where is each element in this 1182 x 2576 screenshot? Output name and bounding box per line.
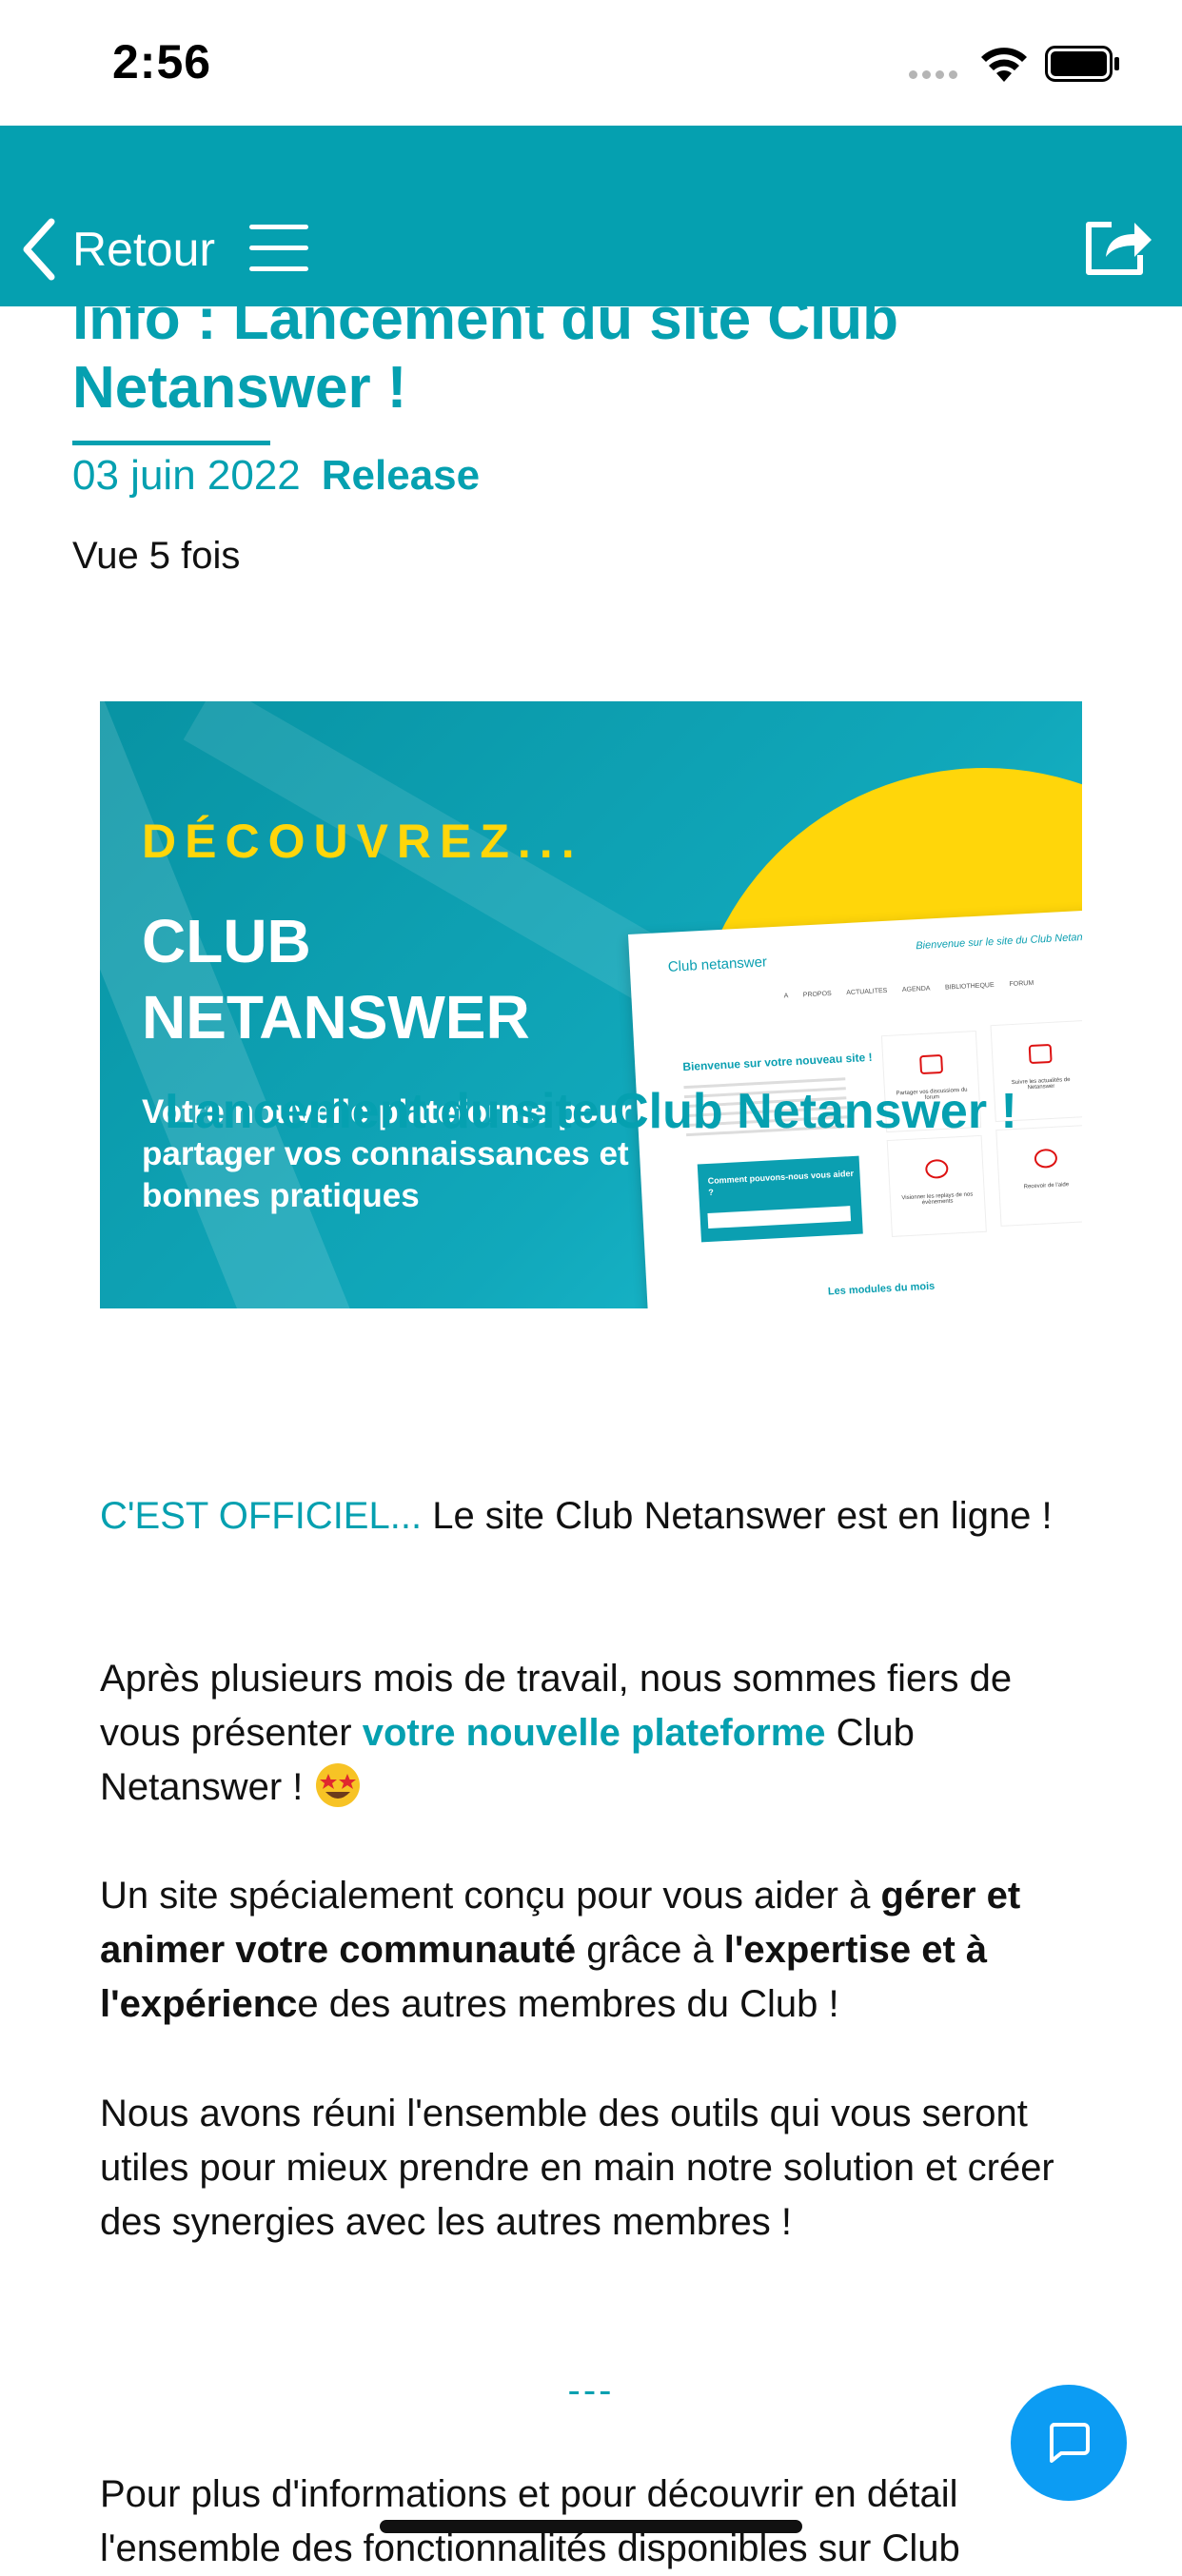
back-button[interactable]: Retour — [19, 213, 215, 285]
article-meta: 03 juin 2022 Release — [72, 452, 480, 500]
battery-icon — [1045, 46, 1119, 82]
article-date: 03 juin 2022 — [72, 452, 301, 499]
platform-link[interactable]: votre nouvelle plateforme — [363, 1712, 826, 1754]
mockup-logo: Club netanswer — [667, 954, 768, 975]
mockup-card: Visionner les replays de nos évènements — [886, 1134, 987, 1237]
signal-icon — [909, 67, 962, 84]
navigation-bar: Retour — [0, 126, 1182, 306]
banner-kicker: DÉCOUVREZ... — [142, 815, 583, 868]
banner-title: CLUB NETANSWER — [142, 907, 530, 1052]
paragraph-4: Nous avons réuni l'ensemble des outils q… — [100, 2093, 1054, 2243]
section-heading: Lancement du site Club Netanswer ! — [165, 1084, 1017, 1139]
article-banner-image: DÉCOUVREZ... CLUB NETANSWER Votre nouvel… — [100, 701, 1082, 1308]
back-label: Retour — [72, 223, 216, 276]
title-underline — [72, 441, 270, 445]
paragraph-3: Un site spécialement conçu pour vous aid… — [100, 1875, 1021, 2025]
paragraph-2: Après plusieurs mois de travail, nous so… — [100, 1658, 1013, 1808]
star-struck-emoji-icon — [315, 1763, 360, 1807]
hamburger-menu-icon[interactable] — [249, 225, 308, 272]
status-bar: 2:56 — [0, 0, 1182, 126]
chat-bubble-icon — [1049, 2423, 1090, 2463]
paragraph-1: C'EST OFFICIEL... Le site Club Netanswer… — [100, 1495, 1053, 1537]
article-title-line2: Netanswer ! — [72, 355, 407, 421]
wifi-icon — [981, 48, 1027, 82]
view-count: Vue 5 fois — [72, 535, 241, 577]
chevron-left-icon — [23, 218, 55, 281]
share-icon[interactable] — [1083, 213, 1155, 278]
status-time: 2:56 — [112, 35, 212, 88]
article-category[interactable]: Release — [322, 452, 480, 499]
separator: --- — [567, 2370, 615, 2411]
chat-button[interactable] — [1011, 2385, 1127, 2501]
home-indicator — [380, 2520, 802, 2533]
